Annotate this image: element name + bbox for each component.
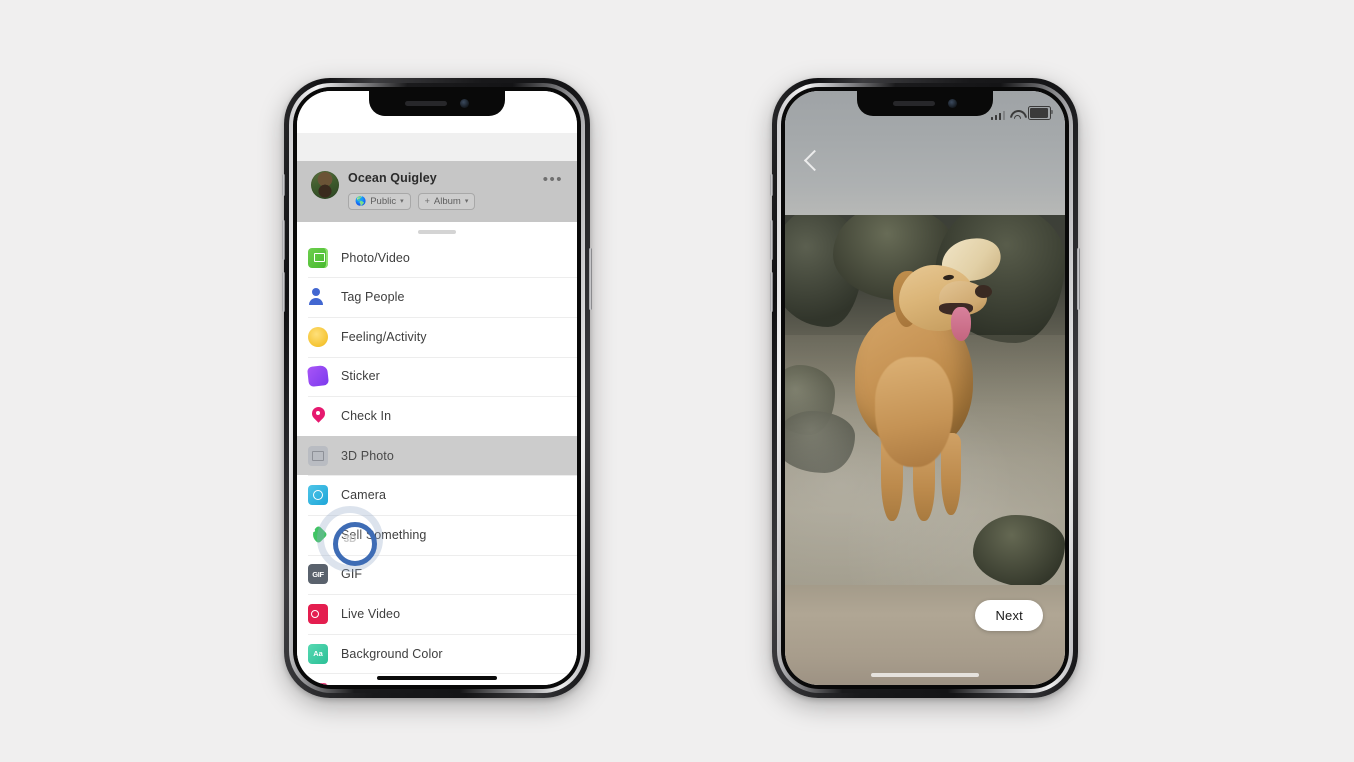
cellular-signal-icon: [990, 110, 1005, 120]
album-label: Album: [433, 195, 461, 207]
menu-item-sell-something[interactable]: Sell Something: [297, 514, 577, 555]
right-phone-notch: [857, 91, 993, 116]
menu-item-label: 3D Photo: [341, 448, 394, 463]
right-phone-volume-up-button[interactable]: [770, 220, 773, 260]
sell-tag-icon: [308, 525, 328, 545]
feeling-activity-icon: [308, 326, 328, 347]
composer-user-name: Ocean Quigley: [348, 170, 437, 185]
plus-icon: +: [424, 195, 430, 206]
ask-recommendations-icon: [308, 683, 328, 685]
left-phone-volume-down-button[interactable]: [282, 272, 285, 312]
right-phone-screen: Next: [785, 91, 1065, 685]
dog-chest: [875, 357, 953, 467]
left-home-indicator[interactable]: [377, 676, 497, 680]
right-phone-mute-switch[interactable]: [770, 174, 773, 196]
menu-item-label: Feeling/Activity: [341, 329, 427, 344]
live-video-icon: [308, 603, 328, 624]
dog-nose: [975, 285, 992, 298]
scene-background: Ocean Quigley 🌎 Public ▾ + Album ▾ ••• P…: [0, 0, 1354, 762]
album-selector-pill[interactable]: + Album ▾: [417, 192, 476, 210]
composer-header: Ocean Quigley 🌎 Public ▾ + Album ▾ •••: [297, 160, 577, 222]
golden-retriever-dog: [847, 232, 1007, 537]
camera-icon: [308, 485, 328, 506]
front-camera-icon: [948, 99, 957, 108]
menu-item-camera[interactable]: Camera: [297, 475, 577, 515]
menu-item-label: Photo/Video: [341, 250, 410, 265]
dog-photo-container[interactable]: [785, 215, 1065, 585]
menu-item-label: Background Color: [341, 646, 443, 661]
menu-item-sticker[interactable]: Sticker: [297, 356, 577, 397]
left-phone-power-button[interactable]: [589, 248, 592, 310]
menu-item-label: Live Video: [341, 606, 401, 621]
menu-item-gif[interactable]: GIF GIF: [297, 554, 577, 595]
check-in-pin-icon: [308, 406, 328, 426]
right-home-indicator[interactable]: [871, 673, 979, 677]
sticker-icon: [307, 365, 329, 388]
earpiece-speaker-icon: [405, 101, 447, 106]
left-phone-screen: Ocean Quigley 🌎 Public ▾ + Album ▾ ••• P…: [297, 91, 577, 685]
menu-item-label: GIF: [341, 567, 363, 582]
menu-item-label: Camera: [341, 488, 387, 503]
left-phone-volume-up-button[interactable]: [282, 220, 285, 260]
gif-icon: GIF: [308, 564, 328, 585]
tag-people-icon: [308, 287, 328, 307]
left-phone-mute-switch[interactable]: [282, 174, 285, 196]
chevron-down-icon: ▾: [400, 197, 404, 205]
dog-tongue: [951, 307, 971, 341]
left-phone-device: Ocean Quigley 🌎 Public ▾ + Album ▾ ••• P…: [282, 78, 592, 698]
menu-item-tag-people[interactable]: Tag People: [297, 277, 577, 317]
chevron-down-icon: ▾: [464, 197, 469, 205]
next-button[interactable]: Next: [975, 600, 1043, 631]
attachment-sheet: Photo/Video Tag People Feeling/Activity Sti…: [297, 221, 577, 685]
privacy-label: Public: [370, 195, 397, 207]
avatar[interactable]: [311, 170, 339, 199]
menu-item-label: Sell Something: [341, 527, 427, 542]
privacy-selector-pill[interactable]: 🌎 Public ▾: [348, 192, 411, 210]
photo-video-icon: [308, 247, 328, 268]
background-color-icon: Aa: [308, 643, 328, 664]
dog-photo: [785, 215, 1065, 585]
menu-item-feeling-activity[interactable]: Feeling/Activity: [297, 316, 577, 357]
right-phone-device: Next: [770, 78, 1080, 698]
front-camera-icon: [460, 99, 469, 108]
left-header-spacer: [297, 132, 577, 161]
attachment-menu-list: Photo/Video Tag People Feeling/Activity Sti…: [297, 238, 577, 685]
menu-item-check-in[interactable]: Check In: [297, 396, 577, 436]
earpiece-speaker-icon: [893, 101, 935, 106]
right-phone-volume-down-button[interactable]: [770, 272, 773, 312]
menu-item-background-color[interactable]: Aa Background Color: [297, 633, 577, 674]
sheet-grabber[interactable]: [418, 229, 456, 234]
menu-item-label: Sticker: [341, 369, 380, 384]
left-phone-notch: [369, 91, 505, 116]
globe-icon: 🌎: [355, 195, 367, 206]
three-d-photo-icon: [308, 445, 328, 466]
right-phone-power-button[interactable]: [1077, 248, 1080, 310]
menu-item-label: Tag People: [341, 290, 405, 305]
menu-item-3d-photo[interactable]: 3D Photo: [297, 435, 577, 476]
composer-more-options-button[interactable]: •••: [543, 172, 563, 187]
menu-item-photo-video[interactable]: Photo/Video: [297, 238, 577, 278]
wifi-icon: [1010, 110, 1023, 120]
menu-item-label: Check In: [341, 408, 392, 423]
battery-icon: [1028, 106, 1053, 120]
menu-item-live-video[interactable]: Live Video: [297, 594, 577, 634]
